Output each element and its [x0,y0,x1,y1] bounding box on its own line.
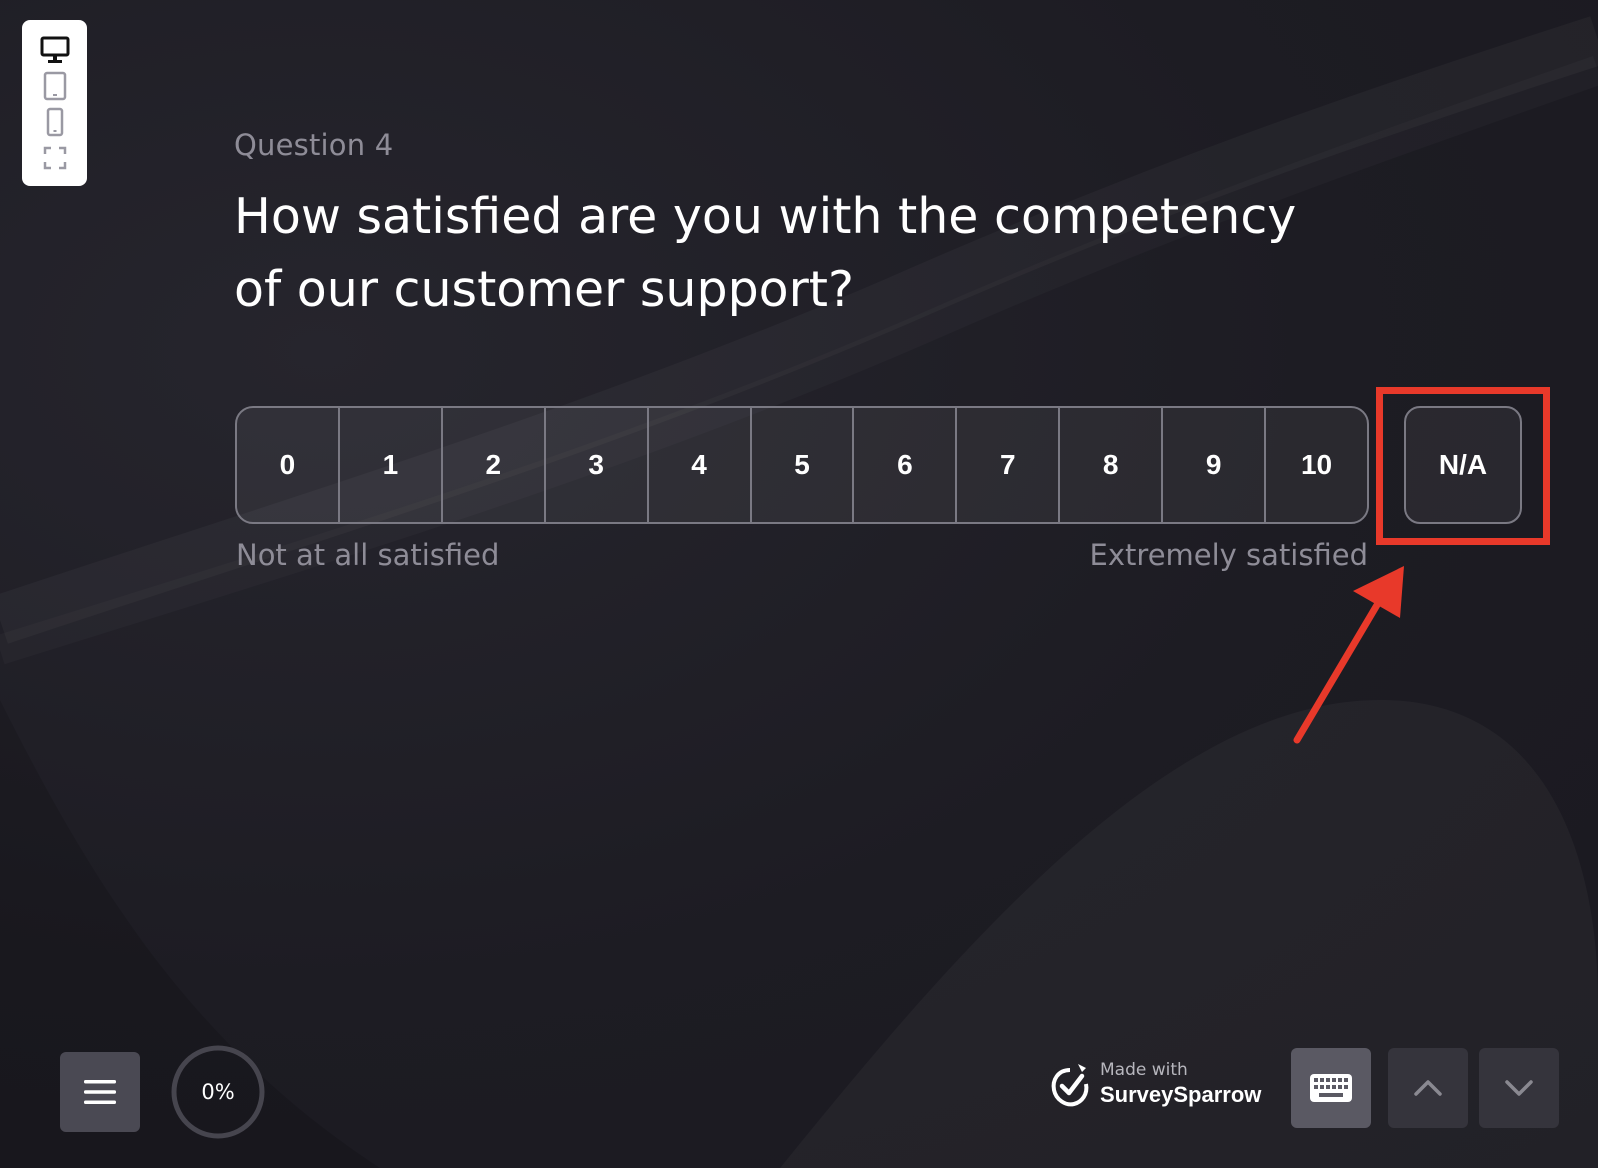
keyboard-shortcuts-button[interactable] [1291,1048,1371,1128]
scale-option-5[interactable]: 5 [752,408,855,522]
chevron-up-icon [1414,1080,1442,1096]
keyboard-icon [1310,1074,1352,1102]
tablet-icon[interactable] [37,68,73,104]
surveysparrow-logo [1051,1064,1089,1107]
chevron-down-icon [1505,1080,1533,1096]
progress-percent: 0% [201,1080,235,1104]
scale-option-3[interactable]: 3 [546,408,649,522]
brand-made-with: Made with [1100,1060,1188,1080]
menu-button[interactable] [60,1052,140,1132]
progress-indicator: 0% [170,1044,266,1140]
brand-badge[interactable]: Made with SurveySparrow [1048,1060,1261,1108]
annotation-highlight-box [1376,387,1550,545]
scale-option-8[interactable]: 8 [1060,408,1164,522]
hamburger-menu-icon [84,1080,116,1104]
scale-option-7[interactable]: 7 [957,408,1061,522]
scale-option-10[interactable]: 10 [1266,408,1367,522]
device-preview-toolbar [22,20,87,186]
desktop-icon[interactable] [37,32,73,68]
brand-name: SurveySparrow [1100,1082,1262,1107]
background-waves [0,700,380,1168]
scale-option-9[interactable]: 9 [1163,408,1267,522]
survey-screen: Question 4 How satisfied are you with th… [0,0,1598,1168]
question-number: Question 4 [234,128,394,162]
previous-question-button[interactable] [1388,1048,1468,1128]
fullscreen-icon[interactable] [37,140,73,176]
scale-option-1[interactable]: 1 [340,408,443,522]
scale-min-label: Not at all satisfied [236,538,500,572]
scale-max-label: Extremely satisfied [1089,538,1368,572]
scale-option-4[interactable]: 4 [649,408,752,522]
scale-option-0[interactable]: 0 [237,408,340,522]
scale-option-2[interactable]: 2 [443,408,546,522]
next-question-button[interactable] [1479,1048,1559,1128]
mobile-icon[interactable] [37,104,73,140]
opinion-scale: 0 1 2 3 4 5 6 7 8 9 10 [235,406,1369,524]
scale-option-6[interactable]: 6 [854,408,958,522]
question-title: How satisfied are you with the competenc… [234,188,1297,318]
